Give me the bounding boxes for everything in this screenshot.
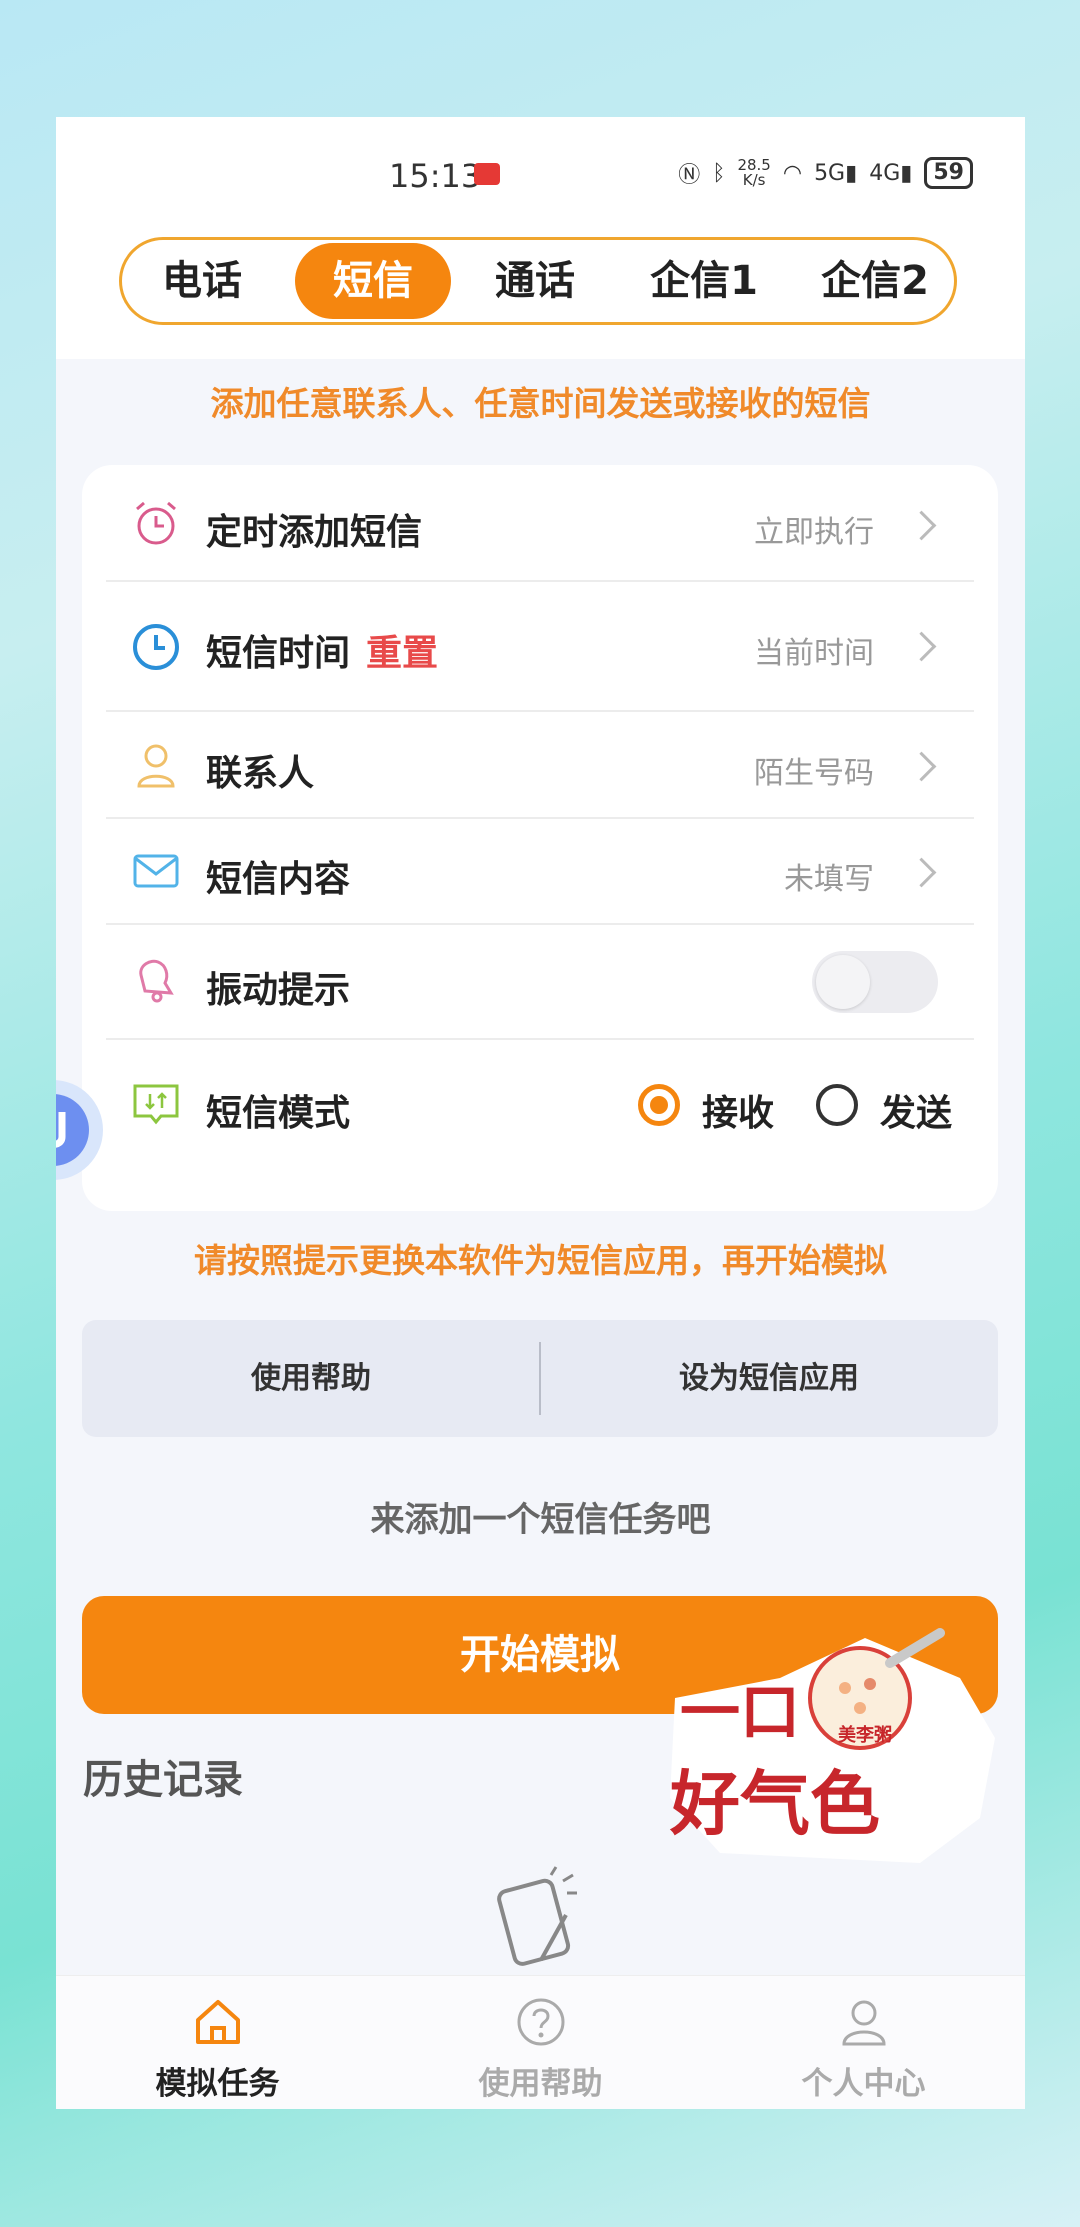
notification-app-icon bbox=[474, 163, 500, 185]
row-scheduled[interactable]: 定时添加短信 立即执行 bbox=[106, 465, 974, 582]
row-contact[interactable]: 联系人 陌生号码 bbox=[106, 712, 974, 819]
mid-hint: 请按照提示更换本软件为短信应用，再开始模拟 bbox=[194, 1241, 887, 1280]
action-bar: 使用帮助 设为短信应用 bbox=[82, 1320, 998, 1437]
empty-note-icon bbox=[497, 1866, 577, 1966]
row-vibrate: 振动提示 bbox=[106, 925, 974, 1040]
nav-profile-label: 个人中心 bbox=[801, 2066, 926, 2102]
nav-help[interactable]: 使用帮助 bbox=[379, 1976, 702, 2109]
phone-screen: 15:13 Ⓝ ᛒ 28.5 K/s ◠ 5G▮ 4G▮ 59 电话 短信 通话 … bbox=[56, 117, 1025, 2109]
row-sms-time[interactable]: 短信时间 重置 当前时间 bbox=[106, 582, 974, 712]
bluetooth-icon: ᛒ bbox=[712, 160, 726, 186]
envelope-icon bbox=[133, 854, 179, 888]
radio-receive[interactable] bbox=[638, 1084, 680, 1126]
radio-receive-label[interactable]: 接收 bbox=[702, 1084, 774, 1136]
home-icon bbox=[196, 2000, 240, 2044]
top-hint: 添加任意联系人、任意时间发送或接收的短信 bbox=[210, 384, 871, 423]
net-speed: 28.5 K/s bbox=[737, 156, 771, 189]
nav-profile[interactable]: 个人中心 bbox=[702, 1976, 1025, 2109]
reset-link[interactable]: 重置 bbox=[366, 633, 438, 674]
radio-send-label[interactable]: 发送 bbox=[880, 1084, 952, 1136]
radio-send[interactable] bbox=[816, 1084, 858, 1126]
sms-time-label: 短信时间 重置 bbox=[206, 633, 439, 674]
ad-sticker-art: 一口 好气色 美李粥 bbox=[669, 1628, 995, 1863]
tab-call[interactable]: 通话 bbox=[475, 240, 595, 322]
status-time: 15:13 bbox=[389, 157, 482, 195]
wifi-icon: ◠ bbox=[782, 160, 803, 186]
floating-assist-button[interactable] bbox=[56, 1077, 106, 1183]
signal-5g: 5G▮ bbox=[814, 160, 858, 186]
user-icon bbox=[842, 2000, 886, 2046]
row-content[interactable]: 短信内容 未填写 bbox=[106, 819, 974, 925]
ad-sticker: 一口 好气色 美李粥 bbox=[660, 1618, 1010, 1878]
scheduled-label: 定时添加短信 bbox=[206, 512, 423, 553]
set-default-sms-button[interactable]: 设为短信应用 bbox=[540, 1320, 998, 1437]
help-button[interactable]: 使用帮助 bbox=[82, 1320, 540, 1437]
row-mode: 短信模式 接收 发送 bbox=[106, 1040, 974, 1170]
mode-label: 短信模式 bbox=[206, 1093, 351, 1134]
tab-enterprise-2[interactable]: 企信2 bbox=[800, 240, 950, 322]
ad-line2: 好气色 bbox=[669, 1763, 880, 1845]
nav-tasks-label: 模拟任务 bbox=[155, 2066, 280, 2102]
tab-sms[interactable]: 短信 bbox=[295, 243, 451, 319]
chevron-right-icon bbox=[906, 751, 937, 782]
scheduled-value: 立即执行 bbox=[754, 515, 874, 550]
tab-phone[interactable]: 电话 bbox=[142, 240, 262, 322]
signal-4g: 4G▮ bbox=[869, 160, 913, 186]
content-label: 短信内容 bbox=[206, 859, 351, 900]
nav-tasks[interactable]: 模拟任务 bbox=[56, 1976, 379, 2109]
chevron-right-icon bbox=[906, 510, 937, 541]
tab-enterprise-1[interactable]: 企信1 bbox=[634, 240, 774, 322]
settings-card: 定时添加短信 立即执行 短信时间 重置 当前时间 联系人 陌生号码 短信内容 未… bbox=[82, 465, 998, 1211]
person-icon bbox=[137, 744, 175, 788]
bottom-nav: 模拟任务 使用帮助 个人中心 bbox=[56, 1975, 1025, 2109]
chevron-right-icon bbox=[906, 631, 937, 662]
status-icons: Ⓝ ᛒ 28.5 K/s ◠ 5G▮ 4G▮ 59 bbox=[678, 157, 973, 189]
content-value: 未填写 bbox=[784, 862, 874, 897]
bell-icon bbox=[139, 959, 174, 1003]
ad-brand: 美李粥 bbox=[838, 1724, 892, 1746]
nav-help-label: 使用帮助 bbox=[478, 2066, 603, 2102]
toggle-knob bbox=[816, 955, 870, 1009]
sms-time-value: 当前时间 bbox=[754, 636, 874, 671]
vibrate-label: 振动提示 bbox=[206, 970, 351, 1011]
category-tabbar: 电话 短信 通话 企信1 企信2 bbox=[119, 237, 957, 325]
empty-task-text: 来添加一个短信任务吧 bbox=[370, 1500, 711, 1540]
contact-label: 联系人 bbox=[206, 753, 315, 794]
status-bar: 15:13 Ⓝ ᛒ 28.5 K/s ◠ 5G▮ 4G▮ 59 bbox=[56, 117, 1025, 242]
chevron-right-icon bbox=[906, 857, 937, 888]
contact-value: 陌生号码 bbox=[754, 756, 874, 791]
ad-line1: 一口 bbox=[680, 1678, 800, 1748]
nfc-icon: Ⓝ bbox=[678, 163, 701, 188]
clock-icon bbox=[133, 624, 179, 670]
history-title: 历史记录 bbox=[83, 1757, 243, 1803]
vibrate-toggle[interactable] bbox=[812, 951, 938, 1013]
alarm-clock-icon bbox=[136, 501, 176, 545]
battery-icon: 59 bbox=[924, 157, 973, 189]
question-circle-icon bbox=[517, 1998, 565, 2046]
sms-transfer-icon bbox=[133, 1084, 179, 1125]
assist-icon bbox=[56, 1080, 103, 1180]
